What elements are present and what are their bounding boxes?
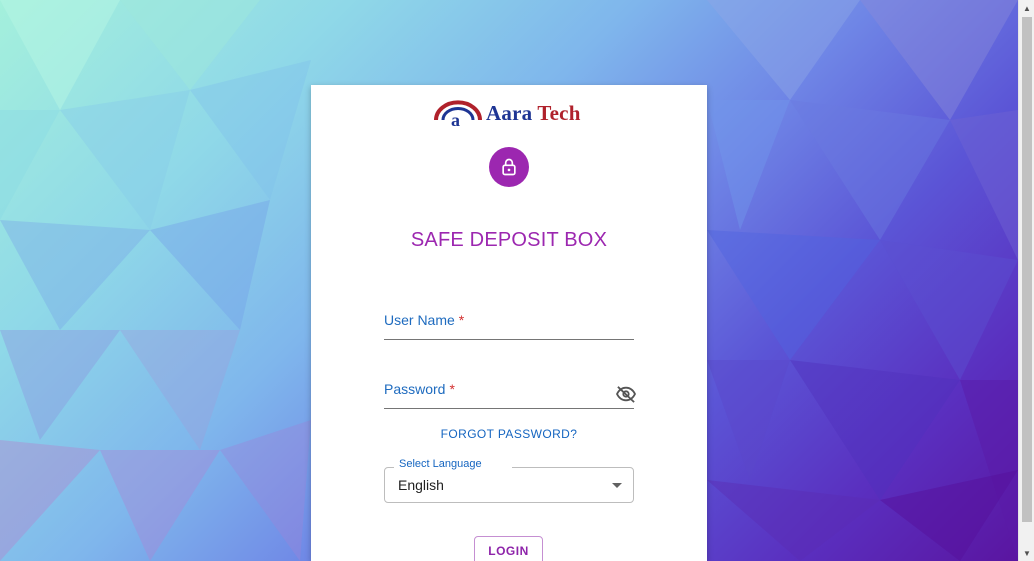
language-select[interactable]: Select Language English <box>384 458 634 503</box>
forgot-password-link[interactable]: FORGOT PASSWORD? <box>311 427 707 441</box>
login-button[interactable]: LOGIN <box>474 536 543 561</box>
svg-text:a: a <box>451 110 460 128</box>
lock-avatar <box>489 147 529 187</box>
dropdown-arrow-icon <box>612 483 622 488</box>
logo-wordmark: Aara Tech <box>486 101 581 126</box>
brand-logo: a Aara Tech <box>433 97 593 129</box>
language-select-legend: Select Language <box>394 458 512 470</box>
password-field[interactable]: Password * <box>384 369 637 409</box>
page-title: SAFE DEPOSIT BOX <box>410 229 608 251</box>
logo-word-aara: Aara <box>486 100 533 125</box>
login-card: a Aara Tech SAFE DEPOSIT BOX User Name * … <box>311 85 707 561</box>
username-field[interactable]: User Name * <box>384 300 634 340</box>
aaratech-logo-icon: a <box>434 100 482 128</box>
password-input[interactable] <box>384 386 604 406</box>
lock-icon <box>502 158 516 176</box>
language-select-value: English <box>398 477 444 493</box>
toggle-password-visibility-button[interactable] <box>614 383 638 405</box>
scroll-down-icon[interactable]: ▼ <box>1019 545 1034 561</box>
logo-word-tech: Tech <box>537 100 581 125</box>
scroll-thumb[interactable] <box>1022 17 1032 522</box>
username-input[interactable] <box>384 317 604 337</box>
visibility-off-icon <box>615 386 637 403</box>
page-scrollbar[interactable]: ▲ ▼ <box>1018 0 1034 561</box>
scroll-up-icon[interactable]: ▲ <box>1019 0 1034 16</box>
